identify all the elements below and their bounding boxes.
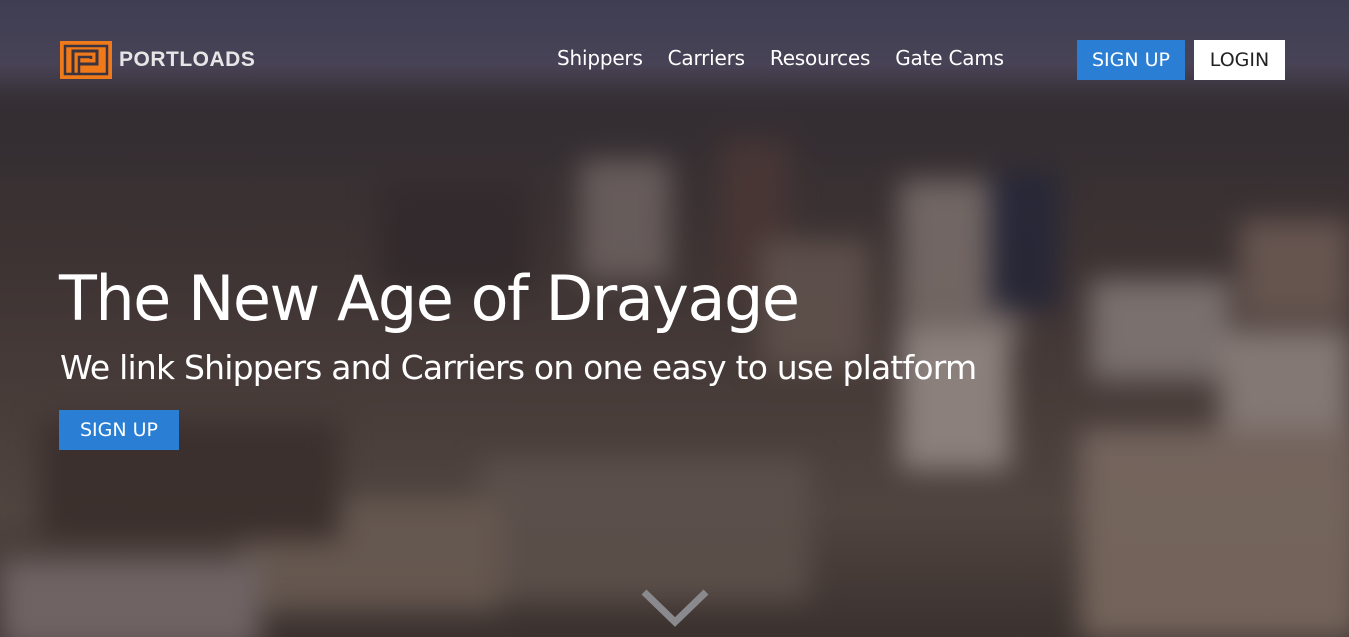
brand-name: PORTLOADS [119,48,256,71]
nav-item-shippers[interactable]: Shippers [557,46,643,70]
hero-title: The New Age of Drayage [59,262,800,335]
nav-item-gate-cams[interactable]: Gate Cams [895,46,1004,70]
portloads-logo-icon [60,41,112,79]
chevron-down-icon[interactable] [640,586,710,630]
hero-subtitle: We link Shippers and Carriers on one eas… [60,348,977,387]
header-login-button[interactable]: LOGIN [1194,40,1285,80]
nav-item-carriers[interactable]: Carriers [668,46,745,70]
brand-logo[interactable]: PORTLOADS [59,40,255,80]
hero-signup-button[interactable]: SIGN UP [59,410,179,450]
header-signup-button[interactable]: SIGN UP [1077,40,1185,80]
main-nav: Shippers Carriers Resources Gate Cams [557,46,1004,70]
nav-item-resources[interactable]: Resources [770,46,871,70]
